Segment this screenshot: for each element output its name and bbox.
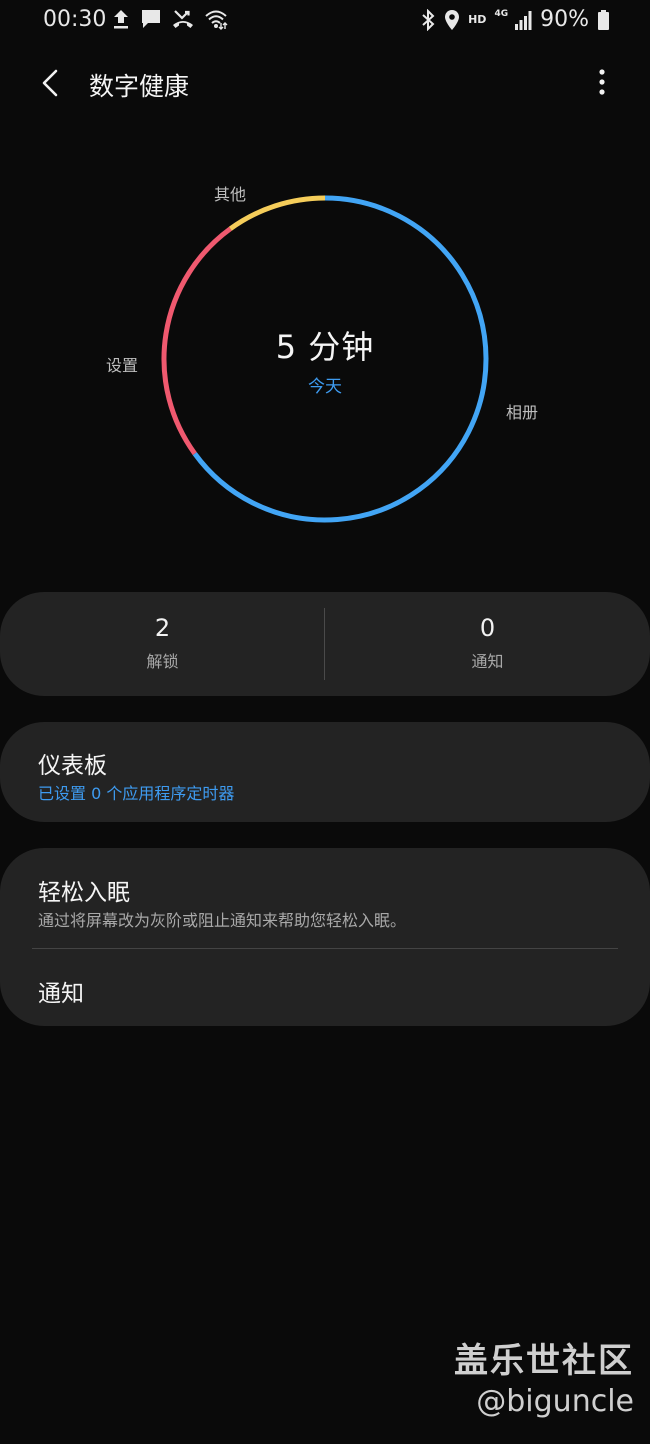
segment-label-gallery: 相册 [506,403,539,422]
usage-center: 5 分钟 今天 [160,322,490,397]
app-bar: 数字健康 [0,55,650,111]
status-right-icons: HD 4G 90% [420,7,610,32]
back-button[interactable] [30,65,70,101]
bluetooth-icon [420,8,436,31]
notifications-label: 通知 [471,652,504,671]
upload-icon [112,8,130,30]
notifications-stat[interactable]: 0 通知 [325,614,650,672]
wind-down-title: 轻松入眠 [38,880,130,906]
wind-down-subtitle: 通过将屏幕改为灰阶或阻止通知来帮助您轻松入眠。 [38,911,407,930]
back-arrow-icon [30,65,70,101]
watermark-title: 盖乐世社区 [454,1341,634,1381]
status-left-icons [112,8,228,30]
wifi-icon [204,8,228,30]
notifications-value: 0 [479,614,496,642]
signal-icon [514,9,532,31]
notifications-row[interactable]: 通知 [0,949,650,1026]
more-vert-icon [590,65,614,101]
watermark-handle: @biguncle [476,1384,634,1419]
usage-total: 5 分钟 [275,328,375,366]
dashboard-card[interactable]: 仪表板 已设置 0 个应用程序定时器 [0,722,650,822]
page-title: 数字健康 [89,72,190,101]
hd-indicator: HD [468,13,487,26]
unlocks-value: 2 [154,614,171,642]
digital-wellbeing-screen: 00:30 HD 4G 90% 数字健康 5 分钟 今天 其他 设置 相册 2 … [0,0,650,1444]
more-options-button[interactable] [590,65,614,101]
dashboard-title: 仪表板 [38,753,107,779]
4g-indicator: 4G [494,8,509,19]
usage-period: 今天 [308,377,342,397]
settings-card: 轻松入眠 通过将屏幕改为灰阶或阻止通知来帮助您轻松入眠。 通知 [0,848,650,1026]
segment-label-settings: 设置 [106,356,139,375]
message-icon [140,8,162,30]
stats-card: 2 解锁 0 通知 [0,592,650,696]
wind-down-row[interactable]: 轻松入眠 通过将屏幕改为灰阶或阻止通知来帮助您轻松入眠。 [0,848,650,948]
usage-donut-chart[interactable]: 5 分钟 今天 [160,194,490,524]
notifications-row-title: 通知 [38,981,84,1007]
battery-icon [597,9,610,31]
dashboard-subtitle: 已设置 0 个应用程序定时器 [38,784,235,803]
location-icon [444,9,460,31]
battery-percent: 90% [540,7,589,32]
status-bar: 00:30 HD 4G 90% [0,0,650,40]
segment-label-other: 其他 [214,185,247,204]
unlocks-label: 解锁 [146,652,179,671]
missed-call-icon [172,8,194,30]
status-time: 00:30 [43,7,107,32]
unlocks-stat[interactable]: 2 解锁 [0,614,325,672]
